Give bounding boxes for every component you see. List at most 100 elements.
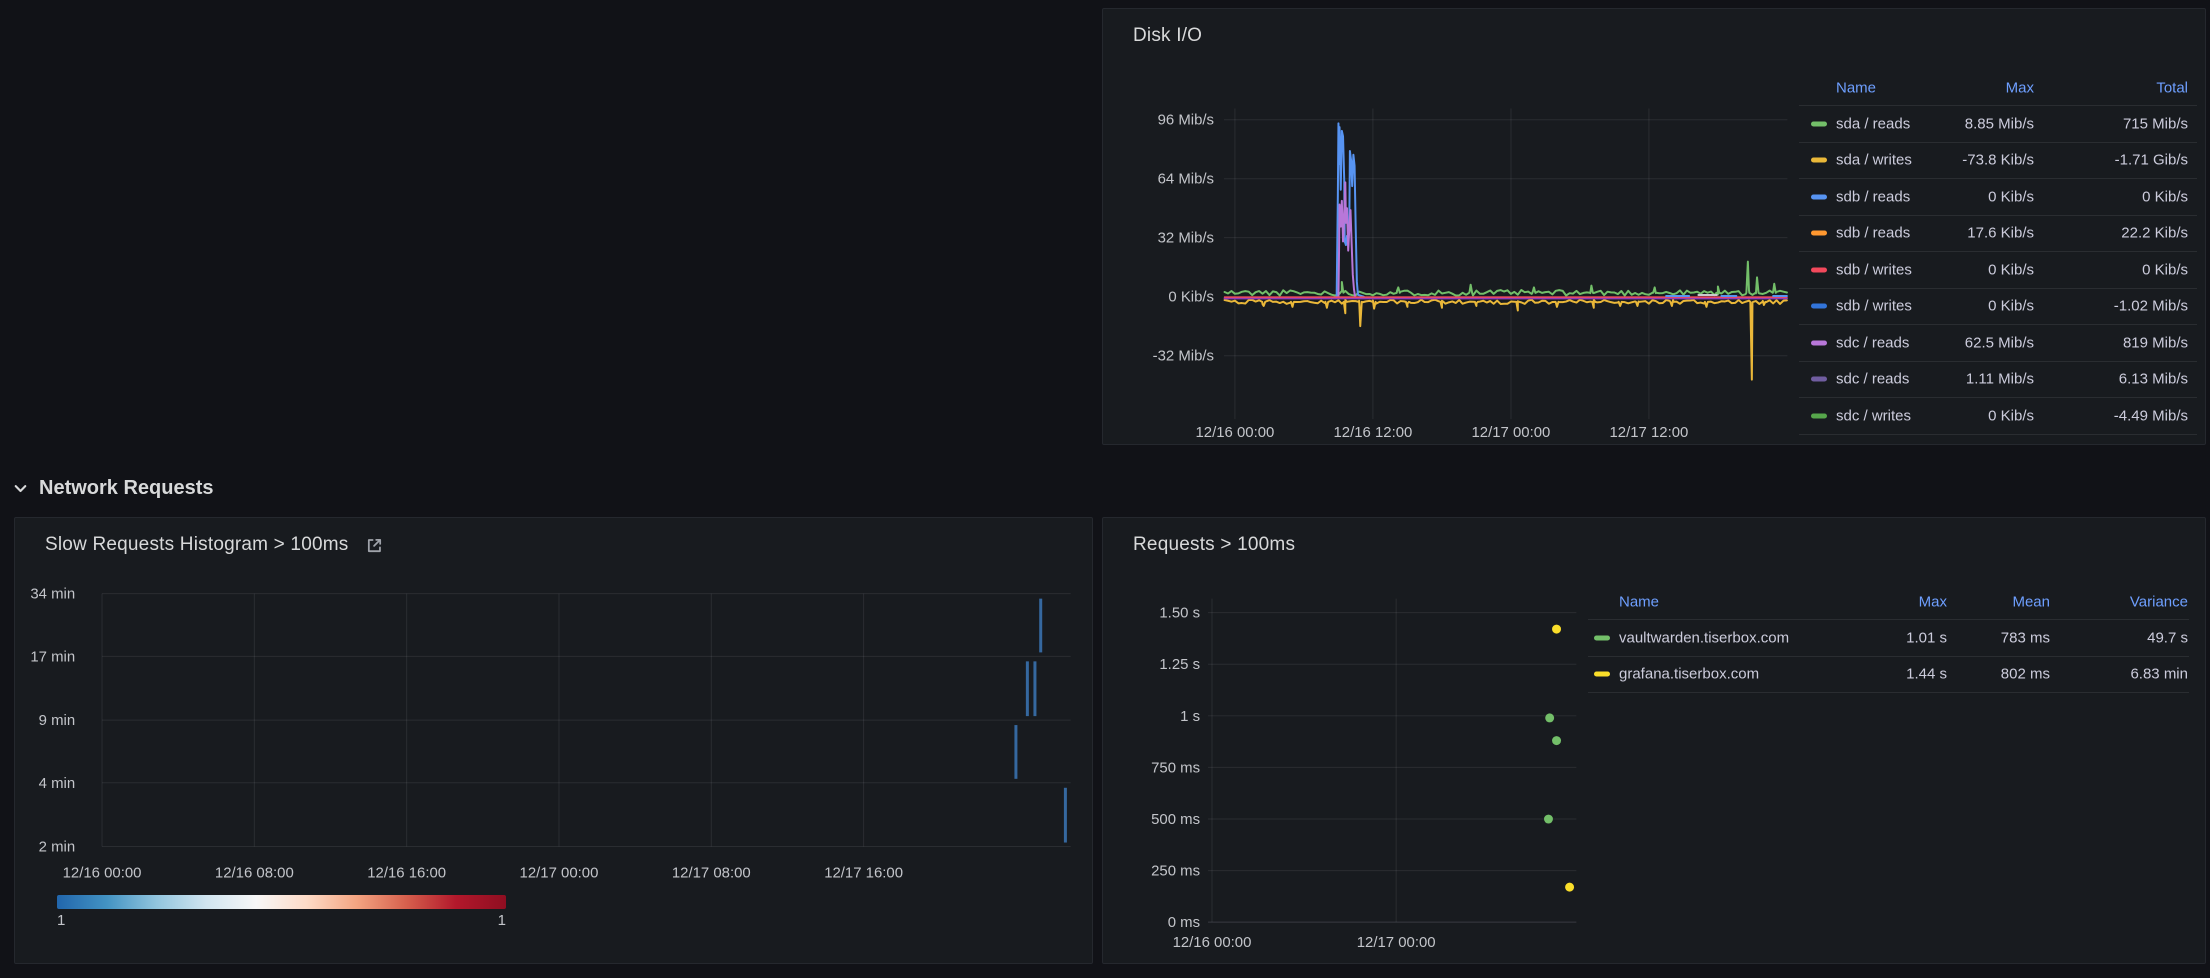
series-color-swatch — [1594, 635, 1610, 640]
legend-row[interactable]: sdb / reads 17.6 Kib/s 22.2 Kib/s — [1799, 215, 2197, 252]
heatmap-cell — [1064, 788, 1067, 843]
axis-tick-label: 250 ms — [1151, 863, 1200, 880]
disk-io-legend: Name Max Total sda / reads8.85 Mib/s715 Mib… — [1799, 71, 2197, 443]
scatter-point — [1565, 883, 1574, 892]
legend-value: 819 Mib/s — [2123, 334, 2188, 351]
legend-value: 0 Kib/s — [1988, 298, 2034, 315]
panel-title-disk-io[interactable]: Disk I/O — [1133, 25, 1202, 47]
legend-header-max[interactable]: Max — [1919, 594, 1947, 611]
legend-header-total[interactable]: Total — [2156, 80, 2188, 97]
legend-value: -4.49 Mib/s — [2114, 407, 2188, 424]
legend-row[interactable]: sdc / writes0 Kib/s-2.05 Mib/s — [1799, 434, 2197, 444]
axis-tick-label: 12/17 00:00 — [520, 864, 599, 881]
panel-header-slow-requests: Slow Requests Histogram > 100ms — [45, 534, 385, 556]
series-color-swatch — [1811, 121, 1827, 126]
series-color-swatch — [1811, 194, 1827, 199]
heatmap-cell — [1039, 599, 1042, 653]
chevron-down-icon[interactable] — [12, 480, 29, 497]
legend-value: -73.8 Kib/s — [1962, 152, 2034, 169]
axis-tick-label: 12/17 16:00 — [824, 864, 903, 881]
panel-header-disk-io: Disk I/O — [1133, 25, 1202, 47]
legend-row[interactable]: sdb / writes0 Kib/s0 Kib/s — [1799, 251, 2197, 288]
legend-header-name[interactable]: Name — [1619, 594, 1659, 611]
axis-tick-label: 12/16 08:00 — [215, 864, 294, 881]
section-row-network-requests[interactable]: Network Requests — [12, 472, 214, 504]
legend-row[interactable]: vaultwarden.tiserbox.com1.01 s783 ms49.7… — [1588, 619, 2189, 656]
legend-value: -1.71 Gib/s — [2115, 152, 2188, 169]
series-color-swatch — [1811, 304, 1827, 309]
axis-tick-label: 12/17 00:00 — [1357, 934, 1436, 951]
legend-row[interactable]: sdb / writes0 Kib/s-1.02 Mib/s — [1799, 288, 2197, 325]
legend-header: Name Max Total — [1799, 71, 2197, 105]
axis-tick-label: 12/17 12:00 — [1610, 424, 1689, 441]
axis-tick-label: 17 min — [30, 648, 75, 665]
series-color-swatch — [1811, 340, 1827, 345]
legend-header: Name Max Mean Variance — [1588, 585, 2189, 619]
legend-row[interactable]: sda / writes -73.8 Kib/s -1.71 Gib/s — [1799, 142, 2197, 179]
series-color-swatch — [1811, 413, 1827, 418]
series-color-swatch — [1811, 158, 1827, 163]
legend-value: 802 ms — [2001, 666, 2050, 683]
axis-tick-label: 0 Kib/s — [1168, 289, 1214, 306]
axis-tick-label: 12/16 00:00 — [1173, 934, 1252, 951]
legend-row[interactable]: sdc / reads1.11 Mib/s6.13 Mib/s — [1799, 361, 2197, 398]
legend-header-max[interactable]: Max — [2006, 80, 2034, 97]
legend-name: sdc / writes — [1836, 407, 1911, 424]
grafana-dashboard: { "page": { "background": "#111217", "pa… — [0, 0, 2210, 978]
axis-tick-label: 34 min — [30, 586, 75, 603]
legend-value: -1.02 Mib/s — [2114, 298, 2188, 315]
panel-title-requests[interactable]: Requests > 100ms — [1133, 534, 1295, 556]
legend-name: grafana.tiserbox.com — [1619, 666, 1759, 683]
legend-name: sdc / reads — [1836, 371, 1909, 388]
legend-header-variance[interactable]: Variance — [2130, 594, 2188, 611]
legend-value: 22.2 Kib/s — [2121, 225, 2188, 242]
legend-name: sdb / reads — [1836, 225, 1910, 242]
panel-header-requests: Requests > 100ms — [1133, 534, 1295, 556]
legend-value: 715 Mib/s — [2123, 115, 2188, 132]
legend-name: sdc / reads — [1836, 334, 1909, 351]
series-line — [1225, 300, 1787, 380]
heatmap-cell — [1026, 661, 1029, 716]
legend-value: 0 Kib/s — [1988, 261, 2034, 278]
series-color-swatch — [1811, 231, 1827, 236]
axis-tick-label: 12/17 00:00 — [1472, 424, 1551, 441]
legend-value: 62.5 Mib/s — [1965, 334, 2034, 351]
heatmap-colorbar — [57, 895, 506, 909]
legend-row[interactable]: sdb / reads0 Kib/s0 Kib/s — [1799, 178, 2197, 215]
axis-tick-label: 12/16 00:00 — [63, 864, 142, 881]
axis-tick-label: 12/16 00:00 — [1196, 424, 1275, 441]
legend-value: 6.13 Mib/s — [2119, 371, 2188, 388]
scatter-point — [1545, 713, 1554, 722]
legend-header-name[interactable]: Name — [1836, 80, 1876, 97]
legend-row[interactable]: sdc / writes 0 Kib/s -4.49 Mib/s — [1799, 397, 2197, 434]
panel-requests: Requests > 100ms 1.50 s1.25 s1 s750 ms50… — [1102, 517, 2206, 964]
axis-tick-label: 12/17 08:00 — [672, 864, 751, 881]
panel-disk-io: Disk I/O 12/16 00:0012/16 12:0012/17 00:… — [1102, 8, 2206, 445]
axis-tick-label: 1.50 s — [1159, 605, 1200, 622]
series-color-swatch — [1594, 672, 1610, 677]
legend-row[interactable]: sda / reads8.85 Mib/s715 Mib/s — [1799, 105, 2197, 142]
axis-tick-label: 32 Mib/s — [1158, 230, 1214, 247]
panel-title-slow-requests[interactable]: Slow Requests Histogram > 100ms — [45, 534, 348, 556]
legend-name: sda / writes — [1836, 152, 1912, 169]
legend-value: 6.83 min — [2130, 666, 2188, 683]
legend-value: 1.01 s — [1906, 629, 1947, 646]
legend-name: sdb / reads — [1836, 188, 1910, 205]
external-link-icon[interactable] — [364, 535, 385, 556]
legend-row[interactable]: sdc / reads 62.5 Mib/s 819 Mib/s — [1799, 324, 2197, 361]
series-line — [1225, 262, 1787, 296]
legend-name: vaultwarden.tiserbox.com — [1619, 629, 1789, 646]
legend-header-mean[interactable]: Mean — [2012, 594, 2050, 611]
axis-tick-label: 1 s — [1180, 708, 1200, 725]
axis-tick-label: -32 Mib/s — [1153, 348, 1214, 365]
legend-value: 17.6 Kib/s — [1967, 225, 2034, 242]
legend-value: 0 Kib/s — [1988, 407, 2034, 424]
section-title: Network Requests — [39, 477, 214, 500]
legend-row[interactable]: grafana.tiserbox.com1.44 s802 ms6.83 min — [1588, 656, 2189, 693]
legend-value: 0 Kib/s — [1988, 188, 2034, 205]
scatter-point — [1552, 736, 1561, 745]
axis-tick-label: 1.25 s — [1159, 656, 1200, 673]
legend-divider — [1588, 692, 2189, 693]
scatter-point — [1552, 625, 1561, 634]
legend-name: sdb / writes — [1836, 261, 1912, 278]
